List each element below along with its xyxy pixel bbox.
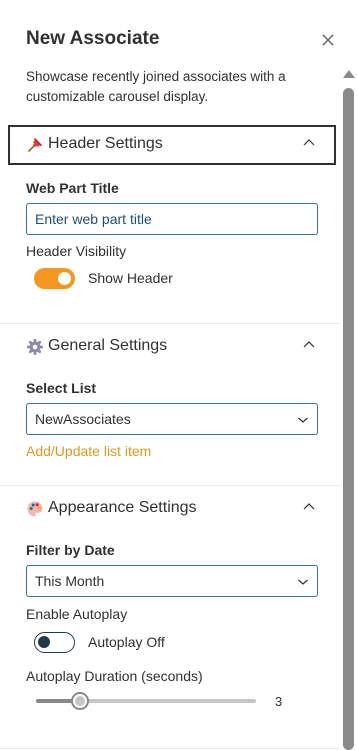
- close-icon: [322, 34, 334, 46]
- palette-icon: [27, 501, 43, 517]
- chevron-down-icon: [298, 417, 308, 423]
- scroll-thumb[interactable]: [343, 88, 354, 750]
- close-button[interactable]: [318, 30, 338, 50]
- enable-autoplay-label: Enable Autoplay: [26, 606, 128, 622]
- general-settings-group: General Settings Select List NewAssociat…: [0, 324, 340, 484]
- chevron-up-icon: [303, 503, 315, 510]
- appearance-settings-toggle[interactable]: Appearance Settings: [8, 489, 336, 529]
- header-settings-group: Header Settings Web Part Title Header Vi…: [0, 122, 340, 322]
- scroll-up-arrow-icon[interactable]: [343, 70, 355, 78]
- vertical-scrollbar[interactable]: [341, 62, 357, 750]
- autoplay-duration-slider[interactable]: [36, 699, 256, 703]
- panel-header: New Associate: [0, 0, 357, 62]
- chevron-up-icon: [303, 139, 315, 146]
- header-settings-label: Header Settings: [48, 135, 163, 152]
- header-visibility-label: Header Visibility: [26, 243, 127, 259]
- autoplay-duration-label: Autoplay Duration (seconds): [26, 668, 203, 684]
- select-list-value: NewAssociates: [35, 411, 131, 427]
- add-update-list-item-link[interactable]: Add/Update list item: [26, 443, 151, 459]
- select-list-dropdown[interactable]: NewAssociates: [26, 403, 318, 435]
- autoplay-toggle[interactable]: [34, 632, 75, 653]
- appearance-settings-label: Appearance Settings: [48, 499, 197, 516]
- property-pane-content: Showcase recently joined associates with…: [0, 62, 340, 750]
- slider-thumb[interactable]: [71, 692, 89, 710]
- gear-icon: [27, 339, 43, 355]
- filter-by-date-label: Filter by Date: [26, 542, 115, 558]
- pushpin-icon: [28, 138, 42, 152]
- chevron-up-icon: [303, 341, 315, 348]
- web-part-title-input[interactable]: [26, 203, 318, 235]
- web-part-title-label: Web Part Title: [26, 180, 119, 196]
- filter-by-date-dropdown[interactable]: This Month: [26, 565, 318, 597]
- general-settings-toggle[interactable]: General Settings: [8, 327, 336, 367]
- select-list-label: Select List: [26, 380, 97, 396]
- show-header-label: Show Header: [88, 270, 173, 286]
- header-visibility-toggle[interactable]: [34, 268, 75, 289]
- toggle-knob: [58, 272, 71, 285]
- panel-title: New Associate: [26, 28, 160, 49]
- filter-by-date-value: This Month: [35, 573, 105, 589]
- appearance-settings-group: Appearance Settings Filter by Date This …: [0, 486, 340, 750]
- autoplay-duration-value: 3: [275, 694, 283, 709]
- general-settings-label: General Settings: [48, 337, 168, 354]
- header-settings-toggle[interactable]: Header Settings: [8, 125, 336, 165]
- panel-description: Showcase recently joined associates with…: [26, 69, 286, 104]
- autoplay-status-label: Autoplay Off: [88, 634, 165, 650]
- group-divider: [0, 748, 340, 749]
- chevron-down-icon: [298, 579, 308, 585]
- toggle-knob: [38, 636, 50, 648]
